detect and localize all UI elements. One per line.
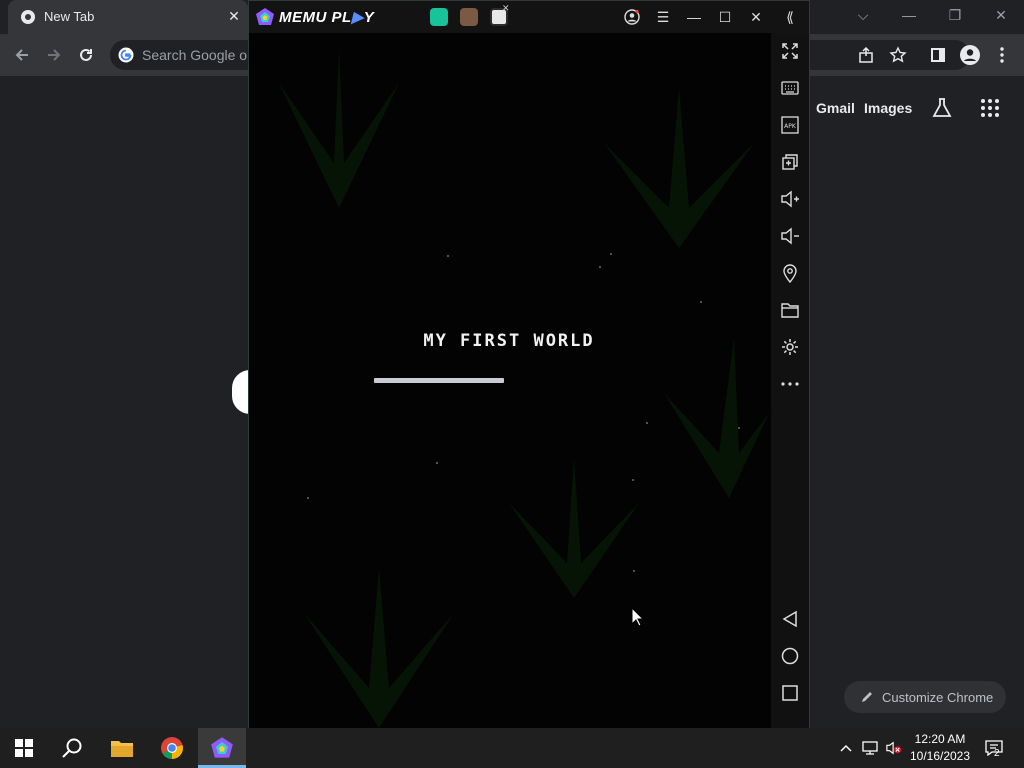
tab-close-button[interactable]: ✕ (224, 6, 244, 26)
star-dot (447, 255, 449, 257)
images-link[interactable]: Images (864, 100, 912, 116)
app-tab-close-icon[interactable]: ✕ (502, 3, 510, 14)
star-dot (632, 479, 634, 481)
customize-chrome-label: Customize Chrome (882, 689, 994, 705)
notification-count-badge: 2 (994, 748, 1000, 759)
memu-sidebar: APK (771, 33, 809, 729)
star-dot (307, 497, 309, 499)
memu-window: MEMU PL▶Y ✕ ☰ — ☐ ✕ ⟪ MY FIRST WORLD APK (248, 0, 810, 729)
side-panel-icon[interactable] (926, 43, 950, 67)
forward-arrow-icon[interactable] (42, 43, 66, 67)
app-tab-icon[interactable] (430, 8, 448, 26)
star-dot (436, 462, 438, 464)
apk-icon[interactable]: APK (780, 115, 800, 135)
profile-avatar-icon[interactable] (958, 43, 982, 67)
svg-text:APK: APK (784, 123, 797, 130)
menu-icon[interactable]: ☰ (652, 7, 674, 27)
windows-start-icon[interactable] (10, 734, 38, 762)
apps-grid-icon[interactable] (978, 96, 1002, 120)
memu-titlebar[interactable]: MEMU PL▶Y ✕ ☰ — ☐ ✕ ⟪ (249, 1, 809, 33)
network-icon[interactable] (862, 740, 878, 756)
star-dot (646, 422, 648, 424)
more-options-icon[interactable] (780, 374, 800, 394)
volume-down-icon[interactable] (780, 226, 800, 246)
leaf-decoration (604, 88, 754, 248)
memu-maximize-button[interactable]: ☐ (714, 7, 736, 27)
chrome-restore-button[interactable]: ❐ (932, 0, 978, 30)
file-explorer-icon[interactable] (108, 734, 136, 762)
reload-icon[interactable] (74, 43, 98, 67)
labs-flask-icon[interactable] (930, 96, 954, 120)
memu-close-button[interactable]: ✕ (745, 7, 767, 27)
tab-title: New Tab (44, 9, 95, 24)
game-screen[interactable]: MY FIRST WORLD (249, 33, 771, 729)
back-arrow-icon[interactable] (10, 43, 34, 67)
share-icon[interactable] (854, 43, 878, 67)
loading-progress-bar (374, 378, 634, 383)
leaf-decoration (664, 338, 769, 498)
settings-gear-icon[interactable] (780, 337, 800, 357)
collapse-sidebar-icon[interactable]: ⟪ (779, 7, 801, 27)
loading-progress-fill (374, 378, 504, 383)
leaf-decoration (509, 458, 639, 598)
android-recents-icon[interactable] (780, 683, 800, 703)
chrome-close-button[interactable]: ✕ (978, 0, 1024, 30)
account-icon[interactable] (621, 7, 643, 27)
star-dot (610, 253, 612, 255)
chrome-icon (21, 10, 35, 24)
star-dot (633, 570, 635, 572)
tab-new-tab[interactable]: New Tab ✕ (8, 0, 248, 34)
app-tab-icon[interactable] (460, 8, 478, 26)
memu-logo-icon (256, 8, 274, 25)
folder-icon[interactable] (780, 300, 800, 320)
android-back-icon[interactable] (780, 609, 800, 629)
memu-taskbar-icon[interactable] (208, 734, 236, 762)
customize-chrome-button[interactable]: Customize Chrome (844, 681, 1006, 713)
keyboard-icon[interactable] (780, 78, 800, 98)
clock-date: 10/16/2023 (909, 749, 971, 763)
star-dot (700, 301, 702, 303)
leaf-decoration (279, 48, 399, 208)
kebab-menu-icon[interactable] (990, 43, 1014, 67)
memu-brand: MEMU PL▶Y (279, 9, 375, 26)
memu-minimize-button[interactable]: — (683, 7, 705, 27)
android-home-icon[interactable] (780, 646, 800, 666)
star-dot (738, 427, 740, 429)
location-icon[interactable] (780, 263, 800, 283)
volume-up-icon[interactable] (780, 189, 800, 209)
tray-chevron-up-icon[interactable] (838, 740, 854, 756)
pencil-icon (862, 692, 872, 702)
clock-time: 12:20 AM (914, 732, 966, 746)
chrome-taskbar-icon[interactable] (158, 734, 186, 762)
search-icon[interactable] (58, 734, 86, 762)
world-title: MY FIRST WORLD (423, 331, 595, 351)
leaf-decoration (304, 568, 454, 728)
google-g-icon (118, 47, 134, 63)
fullscreen-icon[interactable] (780, 41, 800, 61)
star-dot (599, 266, 601, 268)
taskbar: 12:20 AM 10/16/2023 2 (0, 728, 1024, 768)
tab-search-dropdown-icon[interactable]: ⌵ (840, 0, 886, 30)
gmail-link[interactable]: Gmail (816, 100, 855, 116)
mouse-cursor-icon (631, 607, 645, 627)
bookmark-star-icon[interactable] (886, 43, 910, 67)
multi-window-icon[interactable] (780, 152, 800, 172)
system-clock[interactable]: 12:20 AM 10/16/2023 (908, 731, 972, 765)
volume-muted-icon[interactable] (886, 740, 902, 756)
chrome-minimize-button[interactable]: — (886, 0, 932, 30)
